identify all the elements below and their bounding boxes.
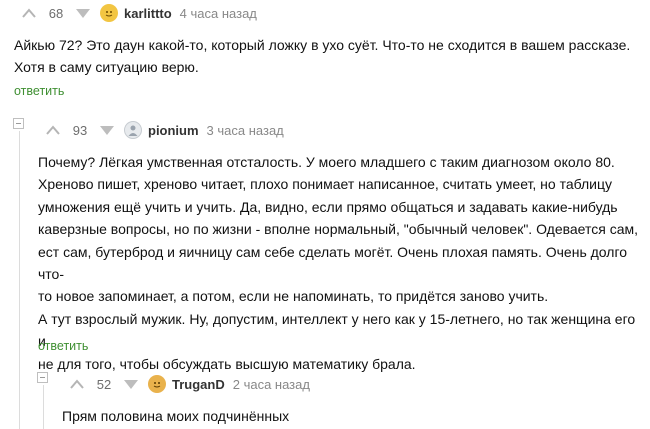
timestamp[interactable]: 3 часа назад	[207, 123, 284, 138]
reply-button[interactable]: ответить	[14, 84, 64, 98]
downvote-button[interactable]	[122, 375, 140, 393]
avatar[interactable]	[100, 4, 118, 22]
triangle-down-icon	[124, 379, 138, 389]
comment-rating: 68	[48, 5, 64, 21]
face-icon	[153, 382, 161, 388]
username[interactable]: TruganD	[172, 377, 225, 392]
comment-text: Прям половина моих подчинённых	[62, 408, 290, 424]
username[interactable]: pionium	[148, 123, 199, 138]
downvote-button[interactable]	[74, 4, 92, 22]
comment-header: 52 TruganD 2 часа назад	[68, 372, 310, 396]
username[interactable]: karlittto	[124, 6, 172, 21]
reply-button[interactable]: ответить	[38, 339, 88, 353]
triangle-down-icon	[100, 125, 114, 135]
comment-header: 93 pionium 3 часа назад	[44, 118, 284, 142]
arrow-up-icon	[22, 8, 36, 18]
upvote-button[interactable]	[44, 121, 62, 139]
timestamp[interactable]: 4 часа назад	[180, 6, 257, 21]
comment-text: Почему? Лёгкая умственная отсталость. У …	[38, 154, 639, 372]
downvote-button[interactable]	[98, 121, 116, 139]
comment-header: 68 karlittto 4 часа назад	[20, 1, 257, 25]
arrow-up-icon	[70, 379, 84, 389]
collapse-thread-toggle[interactable]	[37, 372, 48, 383]
comment-rating: 93	[72, 122, 88, 138]
timestamp[interactable]: 2 часа назад	[233, 377, 310, 392]
face-icon	[105, 11, 113, 17]
comment-rating: 52	[96, 376, 112, 392]
thread-line	[19, 131, 20, 429]
upvote-button[interactable]	[68, 375, 86, 393]
upvote-button[interactable]	[20, 4, 38, 22]
triangle-down-icon	[76, 8, 90, 18]
comment-text: Айкью 72? Это даун какой-то, который лож…	[14, 37, 631, 76]
arrow-up-icon	[46, 125, 60, 135]
thread-line	[43, 385, 44, 429]
avatar[interactable]	[148, 375, 166, 393]
avatar[interactable]	[124, 121, 142, 139]
collapse-thread-toggle[interactable]	[13, 118, 24, 129]
user-icon	[128, 125, 138, 136]
